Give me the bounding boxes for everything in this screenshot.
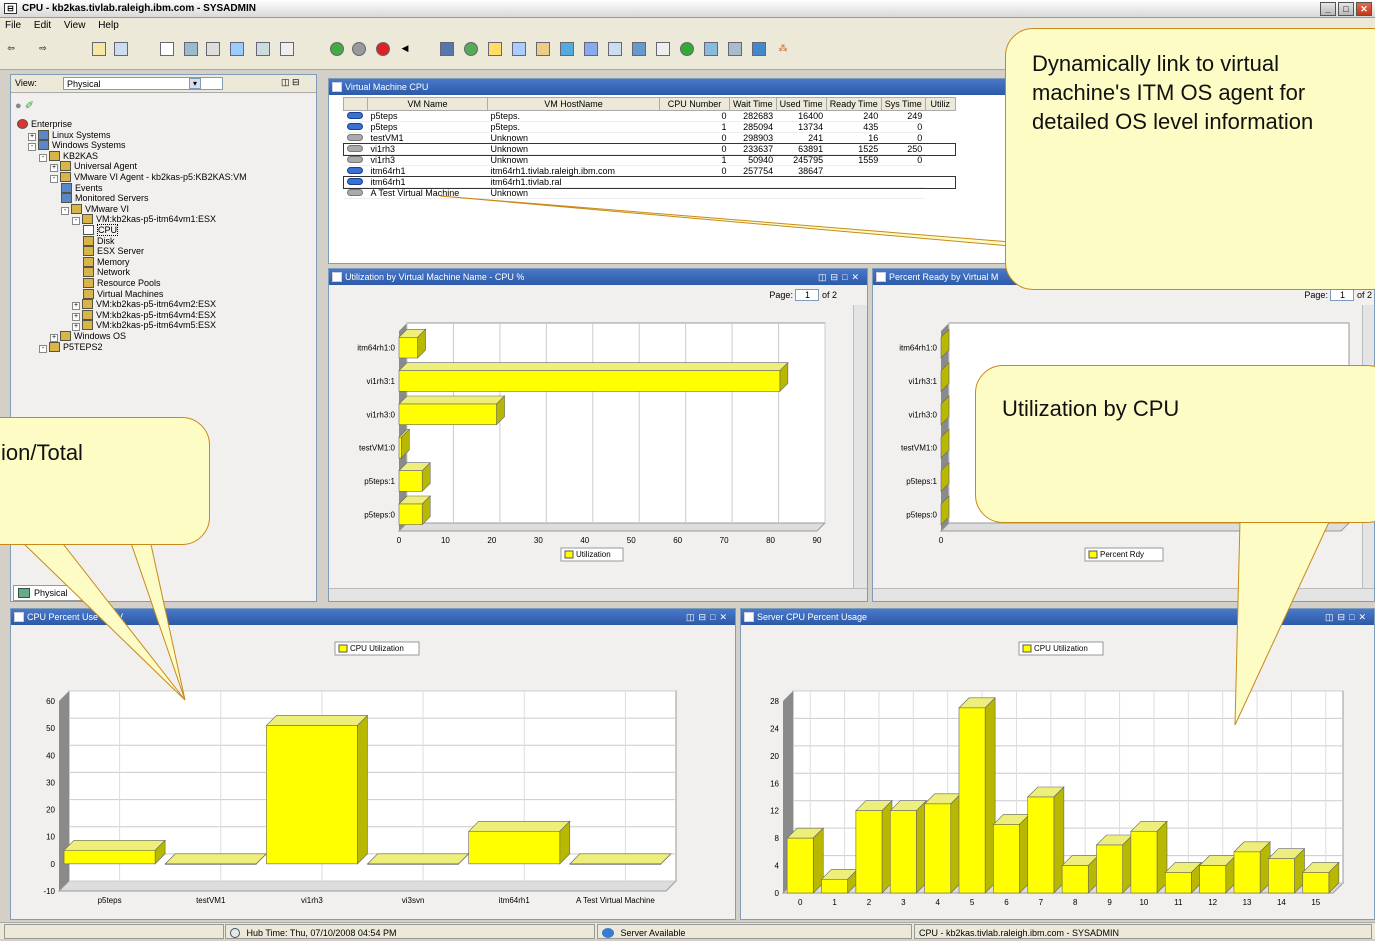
session-text: CPU - kb2kas.tivlab.raleigh.ibm.com - SY… xyxy=(919,928,1120,938)
clock-icon xyxy=(230,928,240,938)
server-status-text: Server Available xyxy=(620,928,686,938)
callout-total: ion/Total xyxy=(0,417,210,545)
callout-link: Dynamically link to virtual machine's IT… xyxy=(1005,28,1375,290)
callout-total-text: ion/Total xyxy=(1,440,83,465)
status-session: CPU - kb2kas.tivlab.raleigh.ibm.com - SY… xyxy=(914,924,1372,939)
hub-time-text: Hub Time: Thu, 07/10/2008 04:54 PM xyxy=(246,928,397,938)
callout-total-tail xyxy=(129,539,186,701)
status-hub-time: Hub Time: Thu, 07/10/2008 04:54 PM xyxy=(225,924,595,939)
status-server: Server Available xyxy=(597,924,912,939)
status-cell-empty xyxy=(4,924,224,939)
callout-cpu-tail xyxy=(1234,519,1331,726)
callout-cpu-text: Utilization by CPU xyxy=(1002,396,1180,421)
callout-link-tail xyxy=(439,195,1061,247)
status-bar: Hub Time: Thu, 07/10/2008 04:54 PM Serve… xyxy=(0,922,1375,939)
callout-cpu: Utilization by CPU xyxy=(975,365,1375,523)
callout-link-text: Dynamically link to virtual machine's IT… xyxy=(1032,51,1314,134)
globe-icon xyxy=(602,928,614,938)
